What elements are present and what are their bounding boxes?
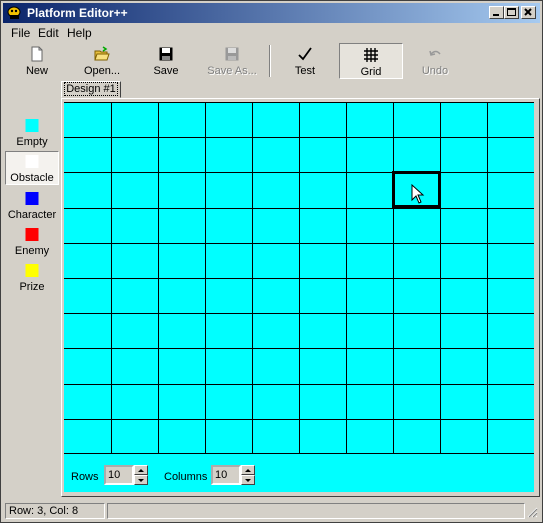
grid-lines <box>64 102 534 454</box>
save-label: Save <box>153 65 179 77</box>
new-button[interactable]: New <box>15 43 59 79</box>
open-button[interactable]: Open... <box>75 43 129 79</box>
prize-swatch <box>25 264 39 277</box>
maximize-icon <box>507 8 516 16</box>
mouse-pointer-icon <box>411 184 425 204</box>
columns-down-button[interactable] <box>241 475 255 485</box>
test-button[interactable]: Test <box>283 43 327 79</box>
status-position: Row: 3, Col: 8 <box>5 503 105 519</box>
maximize-button[interactable] <box>504 6 519 19</box>
palette-label: Prize <box>19 281 45 293</box>
tab-label: Design #1 <box>64 82 118 96</box>
save-as-button[interactable]: Save As... <box>201 43 263 79</box>
open-label: Open... <box>83 65 121 77</box>
minimize-icon <box>493 14 499 16</box>
grid-toggle-button[interactable]: Grid <box>339 43 403 79</box>
columns-input[interactable] <box>211 465 241 485</box>
new-label: New <box>25 65 48 77</box>
undo-button[interactable]: Undo <box>415 43 455 79</box>
status-pane-empty <box>107 503 525 519</box>
toolbar-separator <box>269 45 271 77</box>
new-file-icon <box>31 46 43 62</box>
empty-swatch <box>25 119 39 132</box>
save-as-icon <box>225 47 239 61</box>
character-swatch <box>25 192 39 205</box>
palette-item-obstacle[interactable]: Obstacle <box>5 151 59 185</box>
design-canvas: Rows Columns <box>64 102 534 492</box>
close-button[interactable] <box>521 6 536 19</box>
grid-icon <box>364 48 378 62</box>
title-bar[interactable]: Platform Editor++ <box>3 3 540 23</box>
palette-item-enemy[interactable]: Enemy <box>5 225 59 259</box>
columns-stepper[interactable] <box>211 465 255 485</box>
undo-arrow-icon <box>429 50 441 56</box>
palette-item-empty[interactable]: Empty <box>5 116 59 150</box>
menu-help[interactable]: Help <box>67 26 92 40</box>
tab-design-1[interactable]: Design #1 <box>61 81 121 98</box>
checkmark-icon <box>298 47 312 61</box>
rows-stepper[interactable] <box>104 465 148 485</box>
rows-down-button[interactable] <box>134 475 148 485</box>
app-window: Platform Editor++ File Edit Help New Ope… <box>0 0 543 523</box>
undo-label: Undo <box>421 65 449 77</box>
palette-label: Enemy <box>14 245 50 257</box>
obstacle-swatch <box>25 155 39 168</box>
rows-input[interactable] <box>104 465 134 485</box>
window-title: Platform Editor++ <box>27 6 128 20</box>
menu-file[interactable]: File <box>11 26 30 40</box>
resize-grip-icon[interactable] <box>526 506 538 518</box>
enemy-swatch <box>25 228 39 241</box>
tile-palette: Empty Obstacle Character Enemy Prize <box>3 99 59 499</box>
rows-up-button[interactable] <box>134 465 148 475</box>
close-icon <box>524 8 532 16</box>
rows-label: Rows <box>71 471 99 483</box>
palette-label: Obstacle <box>10 172 54 184</box>
status-bar: Row: 3, Col: 8 <box>3 501 540 520</box>
palette-label: Empty <box>16 136 48 148</box>
open-folder-icon <box>94 46 110 61</box>
test-label: Test <box>294 65 316 77</box>
app-icon <box>7 6 21 19</box>
columns-label: Columns <box>164 471 208 483</box>
menu-edit[interactable]: Edit <box>38 26 59 40</box>
palette-label: Character <box>7 209 57 221</box>
grid-label: Grid <box>360 66 382 78</box>
save-as-label: Save As... <box>207 65 257 77</box>
palette-item-prize[interactable]: Prize <box>5 261 59 295</box>
toolbar: New Open... Save Save As... Test Grid Un… <box>3 41 540 81</box>
save-disk-icon <box>159 47 173 61</box>
minimize-button[interactable] <box>489 6 504 19</box>
columns-up-button[interactable] <box>241 465 255 475</box>
level-grid[interactable] <box>64 102 534 454</box>
save-button[interactable]: Save <box>143 43 189 79</box>
palette-item-character[interactable]: Character <box>5 189 59 223</box>
